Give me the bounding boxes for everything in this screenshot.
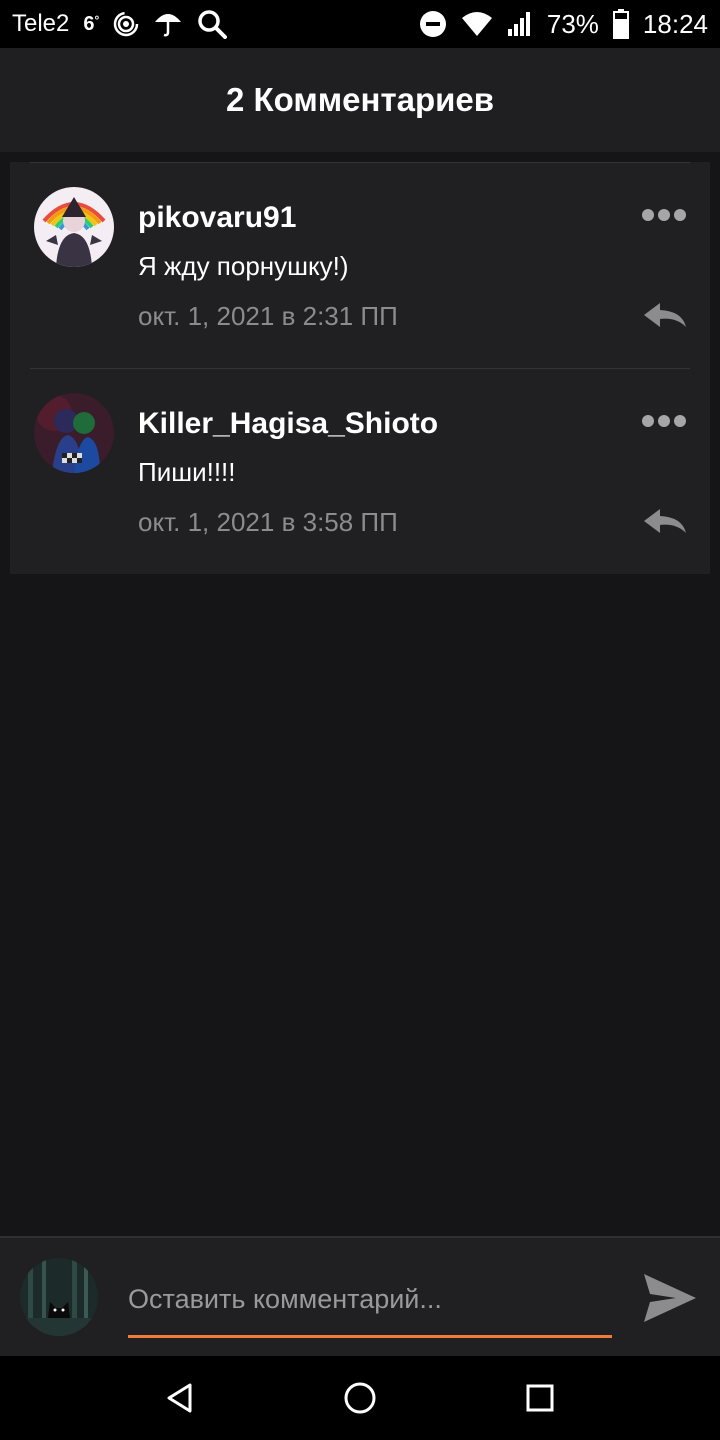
home-icon[interactable] (336, 1374, 384, 1422)
search-icon (197, 9, 228, 39)
recents-icon[interactable] (516, 1374, 564, 1422)
reply-icon[interactable] (642, 507, 688, 537)
status-bar: Tele2 6° 73% 18:24 (0, 0, 720, 48)
battery-icon (612, 9, 629, 39)
comment-date: окт. 1, 2021 в 3:58 ПП (138, 507, 398, 537)
comment-item: pikovaru91 Я жду порнушку!) окт. 1, 2021… (30, 162, 690, 368)
reply-icon[interactable] (642, 301, 688, 331)
comments-header: 2 Комментариев (0, 48, 720, 152)
comment-input[interactable] (128, 1270, 612, 1338)
dot (674, 415, 686, 427)
dot (642, 209, 654, 221)
comment-text: Пиши!!!! (138, 457, 236, 487)
network-type-label: 6° (83, 12, 100, 35)
send-icon[interactable] (642, 1270, 698, 1326)
hotspot-icon (113, 11, 139, 37)
comment-date: окт. 1, 2021 в 2:31 ПП (138, 301, 398, 331)
avatar[interactable] (34, 393, 114, 473)
carrier-label: Tele2 (12, 10, 70, 37)
dnd-icon (419, 10, 447, 38)
back-icon[interactable] (156, 1374, 204, 1422)
comment-item: Killer_Hagisa_Shioto Пиши!!!! окт. 1, 20… (30, 368, 690, 574)
comment-username[interactable]: pikovaru91 (138, 201, 296, 235)
comment-text: Я жду порнушку!) (138, 251, 349, 281)
system-nav-bar (0, 1356, 720, 1440)
page-title: 2 Комментариев (225, 81, 495, 118)
dot (674, 209, 686, 221)
signal-icon (507, 11, 533, 37)
dot (658, 209, 670, 221)
wifi-icon (461, 11, 493, 37)
dot (642, 415, 654, 427)
more-options-icon[interactable] (642, 411, 686, 431)
more-options-icon[interactable] (642, 205, 686, 225)
comments-list: pikovaru91 Я жду порнушку!) окт. 1, 2021… (10, 162, 710, 574)
comment-username[interactable]: Killer_Hagisa_Shioto (138, 407, 438, 441)
clock: 18:24 (642, 8, 708, 39)
dot (658, 415, 670, 427)
umbrella-icon (153, 10, 183, 38)
comment-input-bar (0, 1236, 720, 1356)
battery-percent: 73% (546, 8, 599, 39)
avatar[interactable] (34, 187, 114, 267)
user-avatar[interactable] (20, 1258, 98, 1336)
